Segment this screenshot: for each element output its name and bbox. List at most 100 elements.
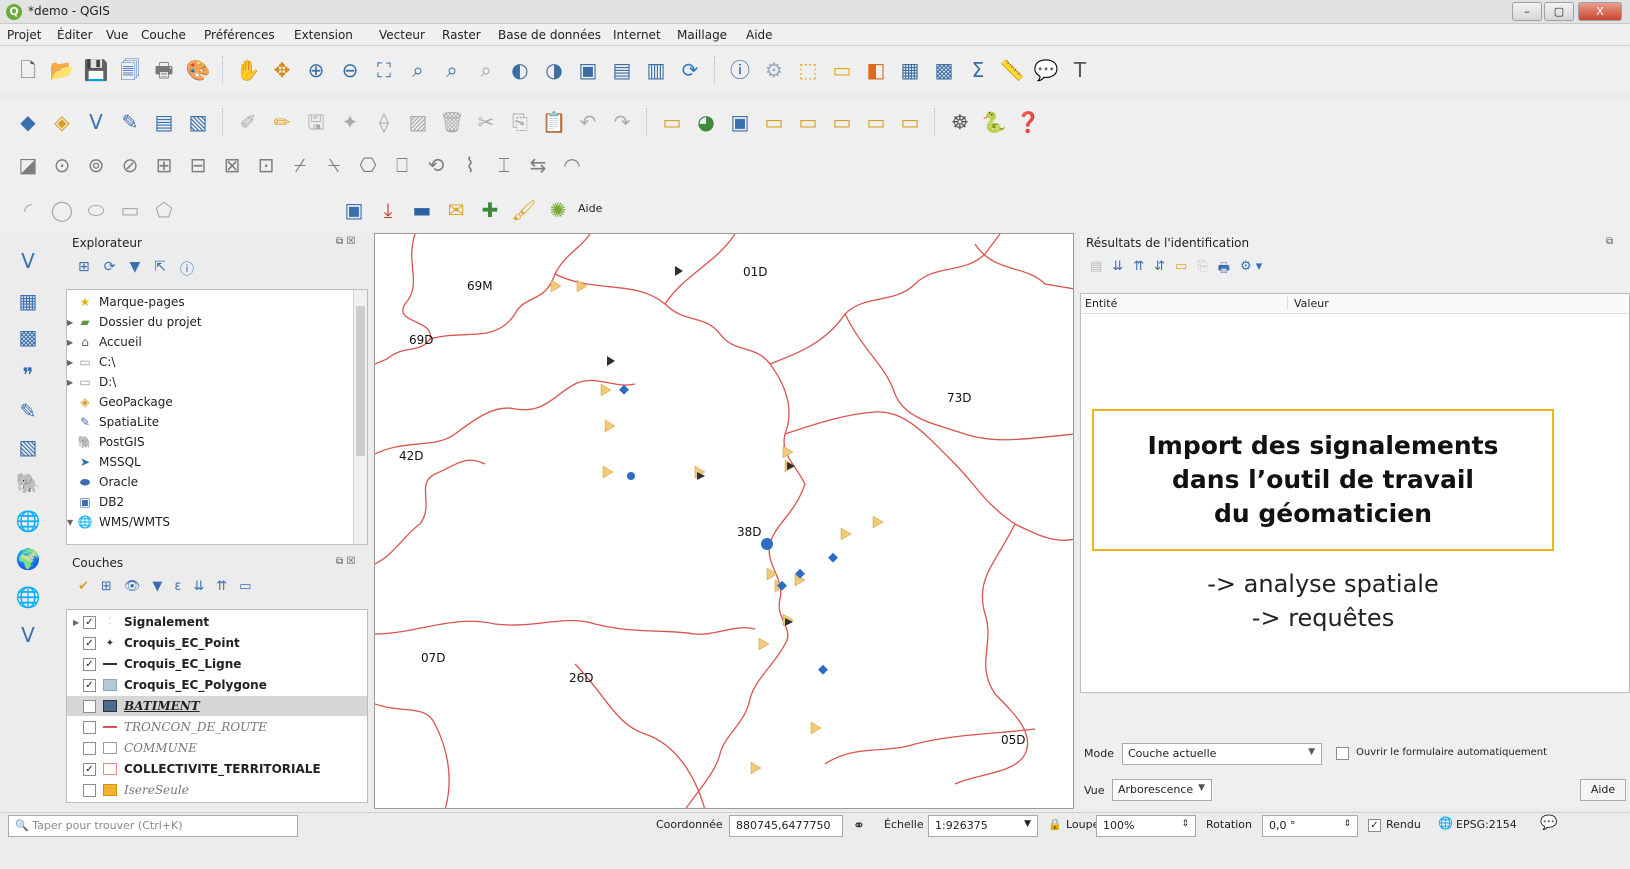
deselect-icon[interactable]: ▭ <box>828 56 856 84</box>
modify-attributes-icon[interactable]: ▨ <box>404 108 432 136</box>
pan-icon[interactable]: ✋ <box>234 56 262 84</box>
statistics-icon[interactable]: Σ <box>964 56 992 84</box>
expand-all-icon[interactable]: ⇊ <box>193 579 204 594</box>
identify-features-icon[interactable]: ⓘ <box>726 56 754 84</box>
circle-tool-icon[interactable]: ◯ <box>48 196 76 224</box>
select-features-icon[interactable]: ⬚ <box>794 56 822 84</box>
expand-new-icon[interactable]: ⇵ <box>1154 259 1165 281</box>
offset-curve-icon[interactable]: ⊡ <box>252 151 280 179</box>
menu-internet[interactable]: Internet <box>613 28 661 42</box>
feature-form-icon[interactable]: ▤ <box>1090 259 1102 281</box>
cut-icon[interactable]: ✂ <box>472 108 500 136</box>
explorer-item[interactable]: ▣ DB2 <box>67 492 124 512</box>
show-hide-labels-icon[interactable]: ▭ <box>794 108 822 136</box>
layer-item[interactable]: ▶ ✓ ⁚ Signalement <box>67 612 367 632</box>
menu-projet[interactable]: Projet <box>7 28 41 42</box>
layer-item[interactable]: ✓ ✦ Croquis_EC_Point <box>67 633 367 653</box>
add-postgis-icon[interactable]: 🐘 <box>14 469 42 497</box>
rotate-label-icon[interactable]: ▭ <box>862 108 890 136</box>
explorer-item[interactable]: ★ Marque-pages <box>67 292 185 312</box>
plugin-brush-icon[interactable]: 🖌 <box>510 196 538 224</box>
zoom-full-icon[interactable]: ⛶ <box>370 56 398 84</box>
add-wms-icon[interactable]: 🌐 <box>14 507 42 535</box>
menu-raster[interactable]: Raster <box>442 28 481 42</box>
advanced-digitizing-icon[interactable]: ◪ <box>14 151 42 179</box>
merge-features-icon[interactable]: ⎔ <box>354 151 382 179</box>
expand-tree-icon[interactable]: ⇊ <box>1112 259 1123 281</box>
explorer-item[interactable]: ▶ ▰ Dossier du projet <box>67 312 202 332</box>
menu-vecteur[interactable]: Vecteur <box>379 28 425 42</box>
render-checkbox[interactable]: ✓ <box>1368 819 1381 832</box>
diagram-icon[interactable]: ◕ <box>692 108 720 136</box>
messages-icon[interactable]: 💬 <box>1540 815 1557 831</box>
rectangle-tool-icon[interactable]: ▭ <box>116 196 144 224</box>
text-annotation-icon[interactable]: T <box>1066 56 1094 84</box>
menu-vue[interactable]: Vue <box>106 28 128 42</box>
new-project-icon[interactable]: 🗋 <box>14 56 42 84</box>
save-project-icon[interactable]: 💾 <box>82 56 110 84</box>
explorer-item[interactable]: 🐘 PostGIS <box>67 432 145 452</box>
actions-icon[interactable]: ⚙ <box>760 56 788 84</box>
column-value[interactable]: Valeur <box>1287 297 1329 310</box>
add-mesh-layer-icon[interactable]: ▩ <box>14 323 42 351</box>
copy-feature-icon[interactable]: ⎘ <box>1197 259 1207 281</box>
column-entity[interactable]: Entité <box>1085 297 1117 310</box>
layer-visibility-checkbox[interactable]: ✓ <box>83 657 96 671</box>
layer-visibility-checkbox[interactable]: ✓ <box>83 762 96 776</box>
zoom-next-icon[interactable]: ◑ <box>540 56 568 84</box>
rotation-field[interactable]: 0,0 ° ⇕ <box>1262 815 1358 837</box>
label-toolbar-icon[interactable]: ▭ <box>658 108 686 136</box>
split-parts-icon[interactable]: ⍀ <box>320 151 348 179</box>
digitize-icon[interactable]: ✎ <box>116 108 144 136</box>
layer-visibility-checkbox[interactable] <box>83 741 96 755</box>
coord-field[interactable]: 880745,6477750 <box>729 815 843 837</box>
add-raster-icon[interactable]: ◈ <box>48 108 76 136</box>
plugin-help-label[interactable]: Aide <box>578 202 602 224</box>
panel-float-close-icon[interactable]: ⧉ ☒ <box>336 556 355 567</box>
add-ring-icon[interactable]: ⊙ <box>48 151 76 179</box>
virtual-layer-icon[interactable]: ▧ <box>184 108 212 136</box>
menu-extension[interactable]: Extension <box>294 28 353 42</box>
style-icon[interactable]: ✔ <box>78 579 89 594</box>
pin-labels-icon[interactable]: ▣ <box>726 108 754 136</box>
settings-icon[interactable]: ⚙ ▾ <box>1240 259 1262 281</box>
python-console-icon[interactable]: 🐍 <box>980 108 1008 136</box>
ellipse-tool-icon[interactable]: ⬭ <box>82 196 110 224</box>
plugin-comment-icon[interactable]: ▬ <box>408 196 436 224</box>
add-vector-layer-icon[interactable]: V <box>14 247 42 275</box>
add-raster-layer-icon[interactable]: ▦ <box>14 287 42 315</box>
help-book-icon[interactable]: ❓ <box>1014 108 1042 136</box>
new-map-view-icon[interactable]: ▣ <box>574 56 602 84</box>
current-edits-icon[interactable]: ✐ <box>234 108 262 136</box>
layer-visibility-checkbox[interactable]: ✓ <box>83 678 96 692</box>
zoom-layer-icon[interactable]: ⌕ <box>438 56 466 84</box>
zoom-out-icon[interactable]: ⊖ <box>336 56 364 84</box>
explorer-item[interactable]: ▼ 🌐 WMS/WMTS <box>67 512 170 532</box>
collapse-all-icon[interactable]: ⇈ <box>216 579 227 594</box>
layer-item[interactable]: BATIMENT <box>67 696 367 716</box>
layer-item[interactable]: ✓ Croquis_EC_Ligne <box>67 654 367 674</box>
plugin-rainbow-icon[interactable]: ✺ <box>544 196 572 224</box>
add-group-icon[interactable]: ⊞ <box>101 579 112 594</box>
expression-filter-icon[interactable]: ε <box>174 579 181 594</box>
explorer-item[interactable]: ✎ SpatiaLite <box>67 412 159 432</box>
crs-globe-icon[interactable]: 🌐 <box>1438 816 1453 830</box>
mode-select[interactable]: Couche actuelle ▼ <box>1122 743 1322 765</box>
delete-icon[interactable]: 🗑 <box>438 108 466 136</box>
vertex-tool-icon[interactable]: ⟠ <box>370 108 398 136</box>
style-manager-icon[interactable]: 🎨 <box>184 56 212 84</box>
pan-to-selection-icon[interactable]: ✥ <box>268 56 296 84</box>
layer-visibility-checkbox[interactable]: ✓ <box>83 615 96 629</box>
plugin-add-icon[interactable]: ✚ <box>476 196 504 224</box>
auto-form-checkbox[interactable] <box>1336 747 1349 760</box>
plugin-db-icon[interactable]: ▣ <box>340 196 368 224</box>
undo-icon[interactable]: ↶ <box>574 108 602 136</box>
polygon-tool-icon[interactable]: ⬠ <box>150 196 178 224</box>
scale-field[interactable]: 1:926375 ▼ <box>928 815 1038 837</box>
maximize-button[interactable]: ▢ <box>1544 2 1574 21</box>
layer-item[interactable]: IsereSeule <box>67 780 367 800</box>
new-3d-view-icon[interactable]: ▤ <box>608 56 636 84</box>
trim-extend-icon[interactable]: ⌶ <box>490 151 518 179</box>
plugin-download-icon[interactable]: ⤓ <box>374 196 402 224</box>
zoom-in-icon[interactable]: ⊕ <box>302 56 330 84</box>
